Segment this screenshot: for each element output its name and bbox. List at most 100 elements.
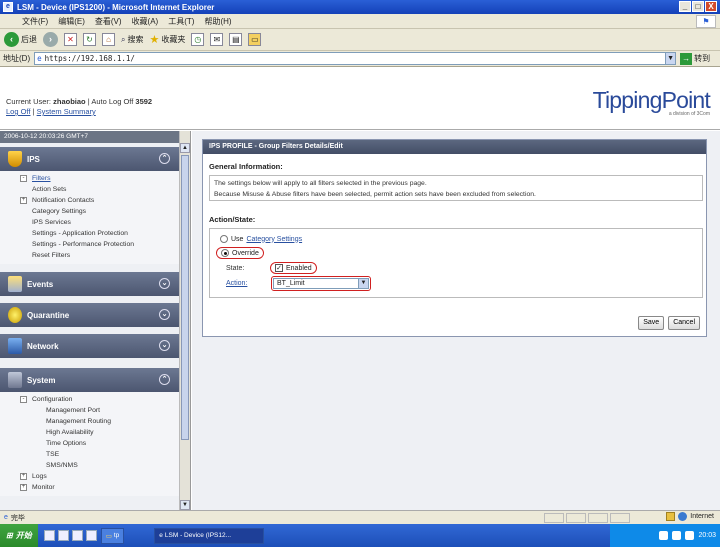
address-input[interactable]: e https://192.168.1.1/ <box>34 52 667 65</box>
ie-task-icon: e <box>159 532 163 539</box>
log-off-link[interactable]: Log Off <box>6 107 30 116</box>
category-settings-link[interactable]: Category Settings <box>246 236 302 243</box>
sidebar-item-logs[interactable]: + Logs <box>0 471 180 482</box>
sidebar-item-time-options[interactable]: Time Options <box>0 438 180 449</box>
general-info-heading: General Information: <box>209 162 283 171</box>
scroll-down-icon[interactable]: ▼ <box>180 500 190 510</box>
search-button[interactable]: ⌕ 搜索 <box>121 34 143 45</box>
expand-icon[interactable]: - <box>20 175 27 182</box>
system-tree: - Configuration Management Port Managemen… <box>0 392 180 496</box>
shield-icon <box>8 151 22 167</box>
enabled-checkbox[interactable]: ✓ <box>275 264 283 272</box>
sidebar-item-ips-services[interactable]: IPS Services <box>0 217 180 228</box>
start-button[interactable]: ⊞ 开始 <box>0 524 38 547</box>
task-item-tp[interactable]: ▭ tp <box>100 527 125 544</box>
action-select[interactable]: BT_Limit ▼ <box>273 278 369 289</box>
mail-icon[interactable]: ✉ <box>210 33 224 46</box>
sidebar-item-monitor[interactable]: + Monitor <box>0 482 180 493</box>
stop-icon[interactable]: ✕ <box>64 33 77 46</box>
cancel-button[interactable]: Cancel <box>668 316 700 330</box>
expand-icon[interactable]: + <box>20 473 27 480</box>
sidebar-item-sms-nms[interactable]: SMS/NMS <box>0 460 180 471</box>
collapse-icon[interactable]: ⌃ <box>159 153 170 164</box>
sidebar-section-system[interactable]: System ⌃ <box>0 368 180 392</box>
system-summary-link[interactable]: System Summary <box>37 107 96 116</box>
task-item-ie[interactable]: e LSM - Device (IPS12... <box>154 527 265 544</box>
sidebar-item-label: Reset Filters <box>32 252 71 259</box>
go-arrow-icon: → <box>680 52 693 65</box>
scroll-up-icon[interactable]: ▲ <box>180 143 190 153</box>
sidebar-item-tse[interactable]: TSE <box>0 449 180 460</box>
current-user-prefix: Current User: <box>6 97 52 106</box>
timestamp-text: 2006-10-12 20:03:26 GMT+7 <box>4 133 89 140</box>
sidebar-item-notification-contacts[interactable]: + Notification Contacts <box>0 195 180 206</box>
forward-button[interactable]: › <box>43 32 58 47</box>
expand-section-icon[interactable]: ⌄ <box>159 309 170 320</box>
status-cell <box>544 513 564 523</box>
menu-help[interactable]: 帮助(H) <box>204 16 231 27</box>
scroll-thumb[interactable] <box>181 155 189 440</box>
menu-view[interactable]: 查看(V) <box>95 16 122 27</box>
maximize-button[interactable]: □ <box>692 1 704 12</box>
tray-icon[interactable] <box>659 531 669 540</box>
sidebar-section-quarantine[interactable]: Quarantine ⌄ <box>0 303 180 327</box>
expand-icon[interactable]: + <box>20 484 27 491</box>
tray-icon[interactable] <box>672 531 682 540</box>
chevron-down-icon[interactable]: ▼ <box>358 279 368 288</box>
user-info: Current User: zhaobiao | Auto Log Off 35… <box>6 97 152 117</box>
globe-icon <box>678 512 688 521</box>
history-icon[interactable]: ◷ <box>191 33 205 46</box>
section-title-network: Network <box>27 341 59 351</box>
refresh-icon[interactable]: ↻ <box>83 33 96 46</box>
sidebar-item-perf-protection[interactable]: Settings - Performance Protection <box>0 239 180 250</box>
page-icon: e <box>37 54 42 63</box>
menu-favorites[interactable]: 收藏(A) <box>132 16 159 27</box>
tray-icon[interactable] <box>685 531 695 540</box>
sidebar-item-configuration[interactable]: - Configuration <box>0 394 180 405</box>
menu-tools[interactable]: 工具(T) <box>168 16 194 27</box>
print-icon[interactable]: ▤ <box>229 33 243 46</box>
quick-launch-icon[interactable] <box>43 530 55 541</box>
quick-launch-icon[interactable] <box>57 530 69 541</box>
sidebar-item-app-protection[interactable]: Settings - Application Protection <box>0 228 180 239</box>
back-button[interactable]: ‹ 后退 <box>4 32 37 47</box>
quick-launch-icon[interactable] <box>71 530 83 541</box>
task-label: LSM - Device (IPS12... <box>164 532 232 539</box>
sidebar-section-events[interactable]: Events ⌄ <box>0 272 180 296</box>
enabled-option[interactable]: ✓ Enabled <box>270 262 317 274</box>
quick-launch-icon[interactable] <box>85 530 97 541</box>
use-category-radio[interactable] <box>220 235 228 243</box>
sidebar-item-action-sets[interactable]: Action Sets <box>0 184 180 195</box>
folder-icon[interactable]: ▭ <box>248 33 262 46</box>
override-radio[interactable] <box>221 249 229 257</box>
task-label: tp <box>113 532 120 539</box>
sidebar-scrollbar[interactable]: ▲ ▼ <box>179 131 190 510</box>
info-line-1: The settings below will apply to all fil… <box>214 180 427 187</box>
favorites-button[interactable]: ★ 收藏夹 <box>149 33 185 46</box>
expand-icon[interactable]: - <box>20 396 27 403</box>
go-button[interactable]: → 转到 <box>680 52 710 65</box>
menu-file[interactable]: 文件(F) <box>22 16 48 27</box>
sidebar-item-management-port[interactable]: Management Port <box>0 405 180 416</box>
action-label-link[interactable]: Action: <box>226 280 247 287</box>
sidebar-item-filters[interactable]: - Filters <box>0 173 180 184</box>
home-icon[interactable]: ⌂ <box>102 33 115 46</box>
expand-section-icon[interactable]: ⌄ <box>159 278 170 289</box>
sidebar-item-management-routing[interactable]: Management Routing <box>0 416 180 427</box>
sidebar-item-category-settings[interactable]: Category Settings <box>0 206 180 217</box>
expand-section-icon[interactable]: ⌄ <box>159 340 170 351</box>
sidebar-item-reset-filters[interactable]: Reset Filters <box>0 250 180 261</box>
sidebar-section-network[interactable]: Network ⌄ <box>0 334 180 358</box>
address-dropdown-icon[interactable]: ▼ <box>665 52 677 65</box>
use-category-option[interactable]: Use Category Settings <box>220 235 302 243</box>
collapse-icon[interactable]: ⌃ <box>159 374 170 385</box>
sidebar-item-high-availability[interactable]: High Availability <box>0 427 180 438</box>
expand-icon[interactable]: + <box>20 197 27 204</box>
save-button[interactable]: Save <box>638 316 665 330</box>
override-option[interactable]: Override <box>216 247 264 259</box>
menu-edit[interactable]: 编辑(E) <box>58 16 85 27</box>
sidebar-item-label: Settings - Performance Protection <box>32 241 134 248</box>
minimize-button[interactable]: _ <box>679 1 691 12</box>
sidebar-section-ips[interactable]: IPS ⌃ <box>0 147 180 171</box>
close-button[interactable]: X <box>705 1 717 12</box>
